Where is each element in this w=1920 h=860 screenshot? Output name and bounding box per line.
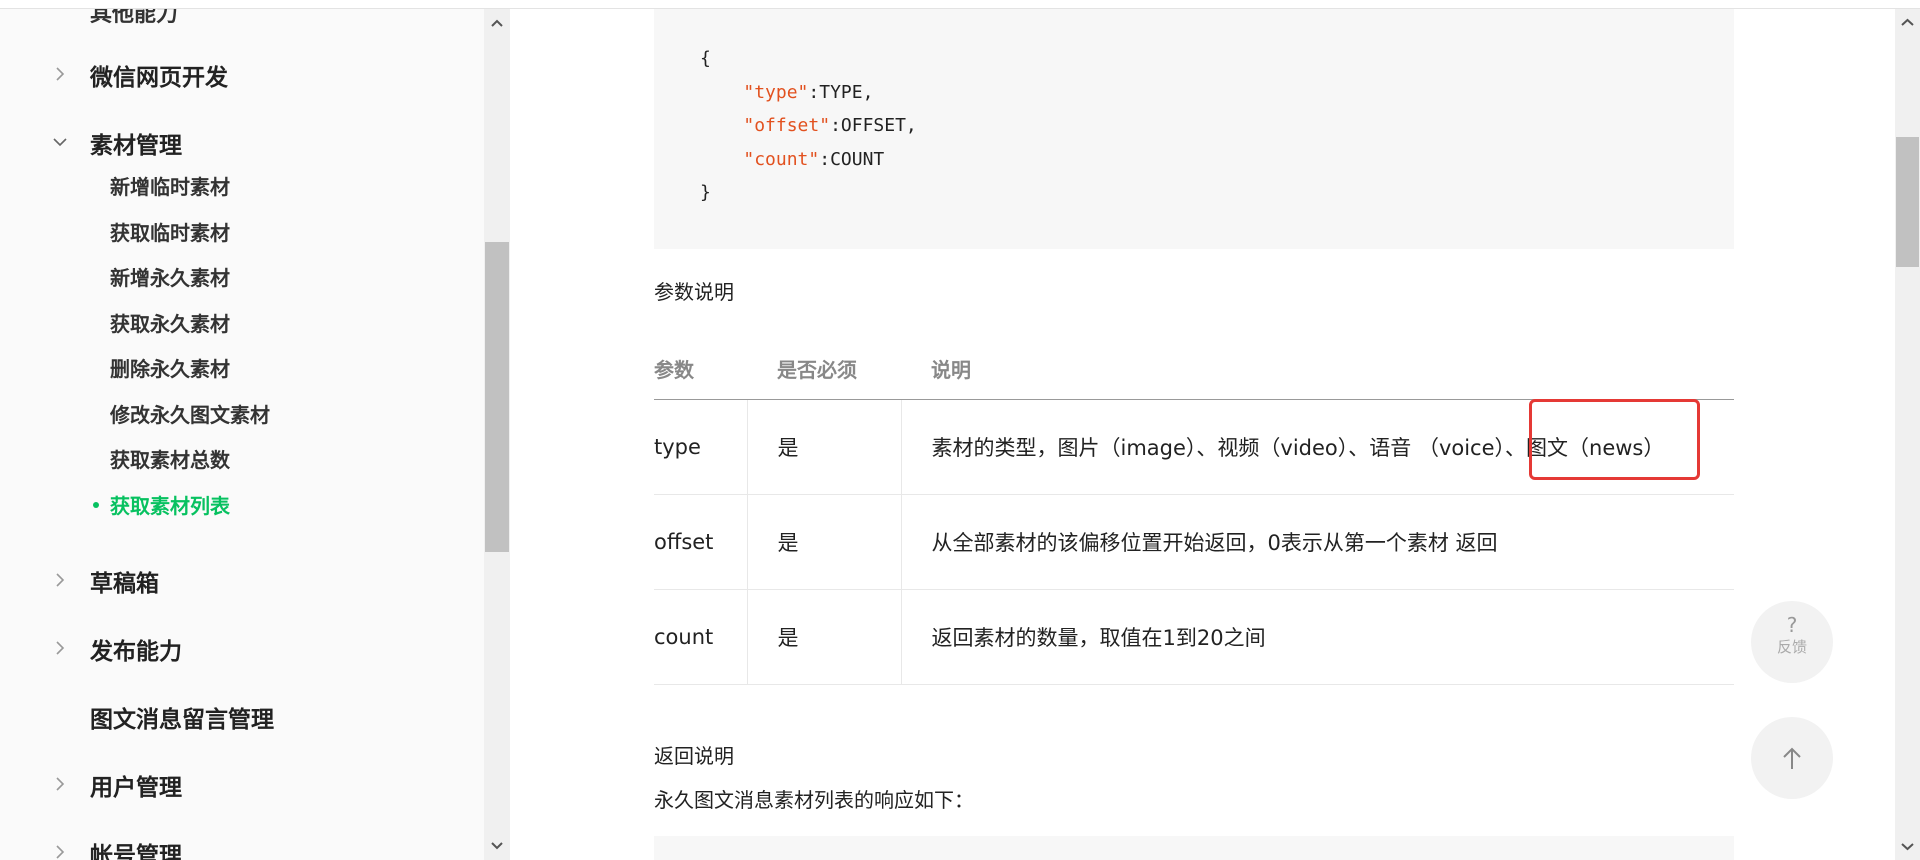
sidebar-item-clipped[interactable]: 其他能力	[90, 9, 178, 28]
question-icon: ?	[1786, 613, 1798, 637]
param-required: 是	[747, 589, 902, 685]
sidebar-group-comment[interactable]: 图文消息留言管理	[0, 696, 484, 736]
sidebar-group-wechat-web[interactable]: 微信网页开发	[0, 54, 484, 94]
code-key: "type"	[743, 81, 809, 103]
feedback-button[interactable]: ? 反馈	[1751, 601, 1833, 683]
table-row: offset 是 从全部素材的该偏移位置开始返回，0表示从第一个素材 返回	[654, 494, 1734, 590]
sidebar-group-publish[interactable]: 发布能力	[0, 628, 484, 668]
sidebar-group-draft[interactable]: 草稿箱	[0, 560, 484, 600]
request-code-block: { "type":TYPE, "offset":OFFSET, "count":…	[654, 9, 1734, 249]
sidebar-group-label: 素材管理	[90, 133, 182, 159]
sidebar-item-material-count[interactable]: 获取素材总数	[110, 444, 230, 473]
param-required: 是	[747, 494, 902, 590]
code-lines: { "type":TYPE, "offset":OFFSET, "count":…	[700, 48, 917, 203]
code-brace-close: }	[700, 182, 711, 203]
param-name: type	[654, 399, 748, 495]
code-key: "offset"	[743, 115, 831, 136]
sidebar-nav: 其他能力 微信网页开发 素材管理 新增临时素材 获取临时素材 新增永久素材 获取…	[0, 9, 484, 860]
chevron-right-icon	[56, 573, 65, 587]
main-content: { "type":TYPE, "offset":OFFSET, "count":…	[510, 9, 1895, 860]
table-header-row: 参数 是否必须 说明	[654, 337, 1734, 400]
sidebar-group-label: 用户管理	[90, 775, 182, 801]
page-scrollbar[interactable]	[1895, 9, 1920, 860]
page-scrollbar-thumb[interactable]	[1896, 137, 1919, 267]
sidebar-scrollbar-thumb[interactable]	[485, 242, 509, 552]
code-key: "count"	[743, 148, 820, 170]
code-brace-open: {	[700, 48, 711, 69]
scroll-down-arrow-icon[interactable]	[484, 832, 510, 858]
header-required: 是否必须	[747, 337, 901, 400]
table-row: count 是 返回素材的数量，取值在1到20之间	[654, 589, 1734, 685]
param-required: 是	[747, 399, 902, 495]
annotation-highlight-box	[1529, 399, 1700, 480]
return-title: 返回说明	[654, 744, 734, 768]
sidebar-item-update-news-material[interactable]: 修改永久图文素材	[110, 399, 270, 428]
sidebar-group-label: 微信网页开发	[90, 65, 228, 91]
feedback-label: 反馈	[1776, 638, 1807, 656]
sidebar-item-add-permanent-material[interactable]: 新增永久素材	[110, 262, 230, 291]
chevron-right-icon	[56, 845, 65, 859]
top-border	[0, 0, 1920, 9]
params-title: 参数说明	[654, 280, 734, 304]
scroll-up-arrow-icon[interactable]	[1895, 11, 1920, 35]
sidebar-item-material-list[interactable]: 获取素材列表	[110, 490, 230, 519]
header-param: 参数	[654, 337, 747, 400]
param-name: offset	[654, 494, 748, 590]
code-value: TYPE,	[819, 81, 874, 103]
scroll-down-arrow-icon[interactable]	[1895, 834, 1920, 858]
sidebar-item-get-temp-material[interactable]: 获取临时素材	[110, 217, 230, 246]
param-desc: 返回素材的数量，取值在1到20之间	[901, 589, 1734, 685]
sidebar-group-label: 草稿箱	[90, 571, 159, 597]
sidebar-item-add-temp-material[interactable]: 新增临时素材	[110, 171, 230, 200]
return-desc: 永久图文消息素材列表的响应如下：	[654, 788, 974, 812]
sidebar-group-label: 发布能力	[90, 639, 182, 665]
arrow-up-icon	[1783, 747, 1801, 769]
sidebar-item-delete-permanent-material[interactable]: 删除永久素材	[110, 353, 230, 382]
active-dot-icon	[93, 502, 99, 508]
param-desc: 从全部素材的该偏移位置开始返回，0表示从第一个素材 返回	[901, 494, 1734, 590]
chevron-right-icon	[56, 777, 65, 791]
back-to-top-button[interactable]	[1751, 717, 1833, 799]
sidebar-scrollbar[interactable]	[484, 9, 510, 860]
response-code-block	[654, 836, 1734, 860]
sidebar-group-label: 帐号管理	[90, 843, 182, 860]
param-name: count	[654, 589, 748, 685]
code-value: COUNT	[830, 148, 885, 170]
param-table: 参数 是否必须 说明 type 是 素材的类型，图片（image）、视频（vid…	[654, 337, 1734, 685]
sidebar-group-account[interactable]: 帐号管理	[0, 832, 484, 860]
chevron-down-icon	[53, 138, 67, 147]
chevron-right-icon	[56, 67, 65, 81]
sidebar-item-get-permanent-material[interactable]: 获取永久素材	[110, 308, 230, 337]
sidebar-group-user[interactable]: 用户管理	[0, 764, 484, 804]
sidebar-group-material[interactable]: 素材管理	[0, 122, 484, 162]
header-desc: 说明	[901, 337, 1734, 400]
code-value: OFFSET,	[840, 115, 917, 136]
scroll-up-arrow-icon[interactable]	[484, 11, 510, 37]
sidebar-group-label: 图文消息留言管理	[90, 707, 274, 733]
chevron-right-icon	[56, 641, 65, 655]
